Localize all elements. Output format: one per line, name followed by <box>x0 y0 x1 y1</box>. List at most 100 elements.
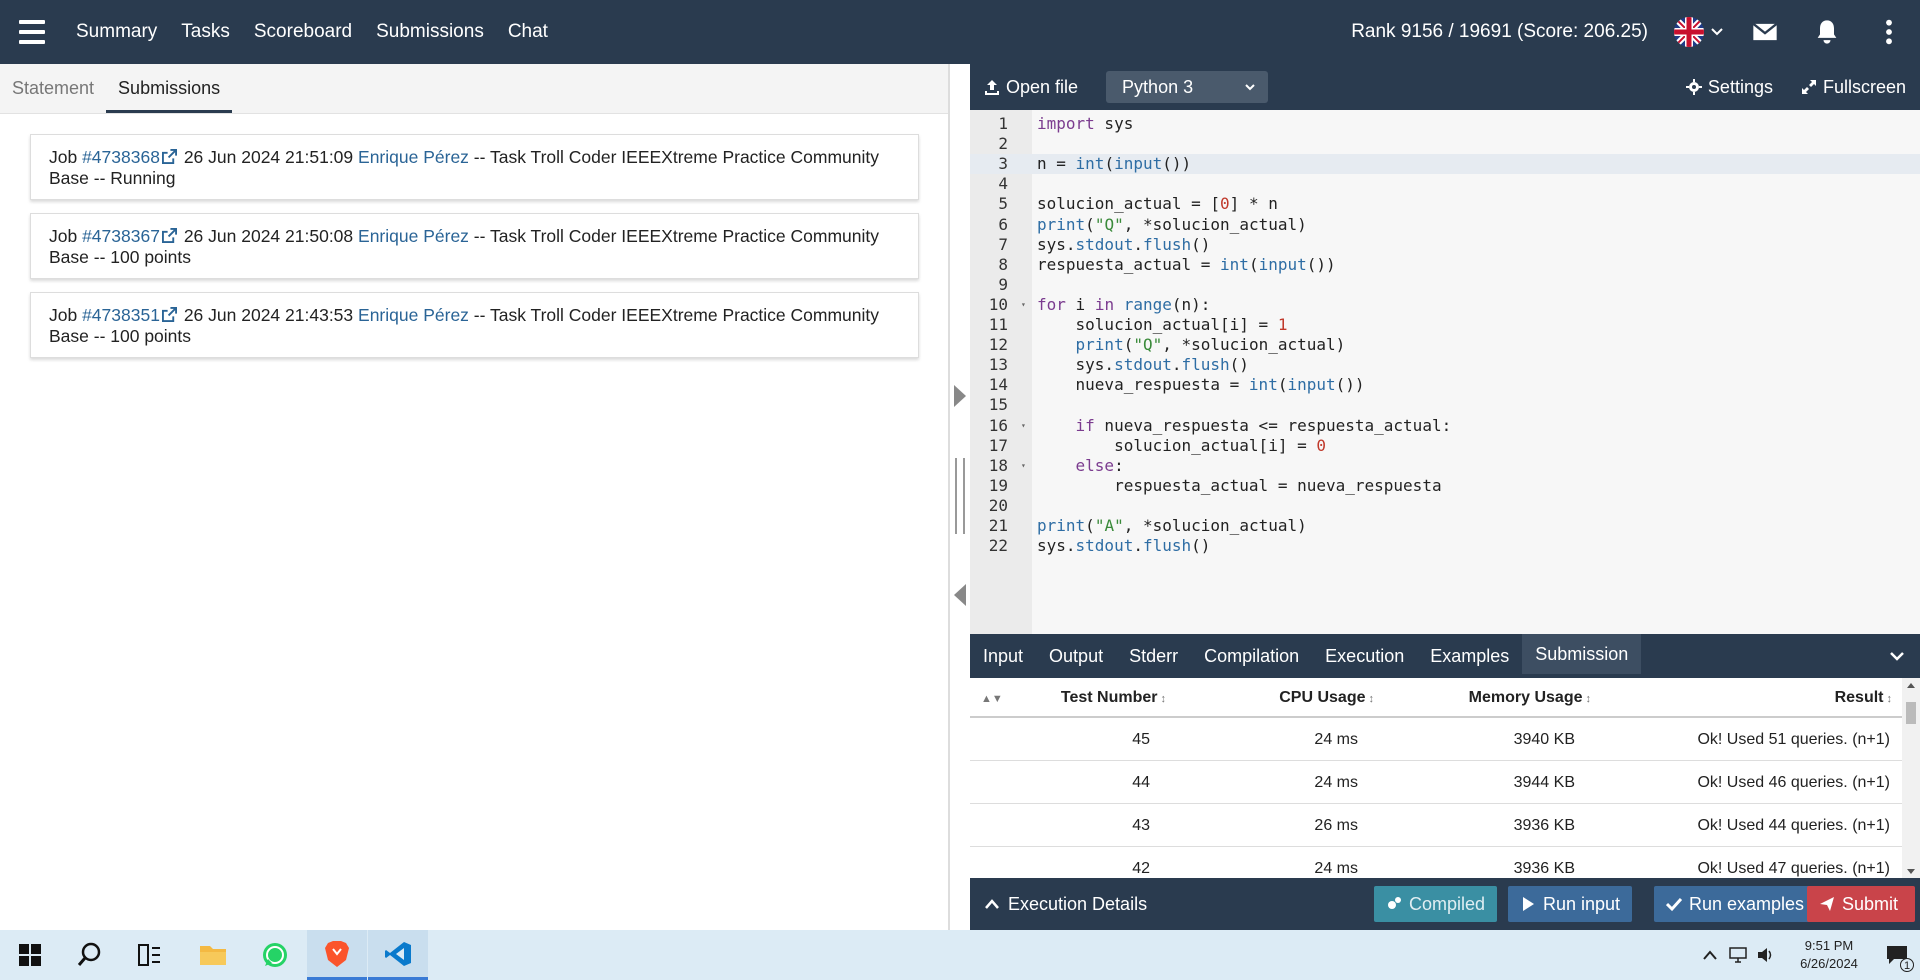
notifications-icon[interactable]: 1 <box>1874 930 1920 980</box>
code-line[interactable]: 16 ▾ if nueva_respuesta <= respuesta_actu… <box>970 416 1920 436</box>
nav-tasks[interactable]: Tasks <box>169 21 242 43</box>
top-navbar: Summary Tasks Scoreboard Submissions Cha… <box>0 0 1920 64</box>
tab-submissions[interactable]: Submissions <box>106 78 233 113</box>
compiled-button[interactable]: Compiled <box>1374 886 1498 922</box>
brave-browser-icon[interactable] <box>307 930 367 980</box>
job-id-link[interactable]: #4738351 <box>82 305 160 325</box>
menu-icon[interactable] <box>0 0 64 64</box>
language-selector[interactable] <box>1674 17 1724 47</box>
network-icon[interactable] <box>1728 946 1748 964</box>
expand-right-arrow-icon[interactable] <box>952 383 968 409</box>
code-line[interactable]: 9 <box>970 275 1920 295</box>
job-date: 26 Jun 2024 21:50:08 <box>183 226 354 246</box>
line-number: 5 <box>998 194 1008 214</box>
code-line[interactable]: 6 print("Q", *solucion_actual) <box>970 215 1920 235</box>
run-examples-button[interactable]: Run examples <box>1654 886 1817 922</box>
col-cpu-usage[interactable]: CPU Usage ↕ <box>1279 678 1374 719</box>
windows-start-icon[interactable] <box>0 930 60 980</box>
tab-stderr[interactable]: Stderr <box>1116 634 1191 678</box>
whatsapp-icon[interactable] <box>245 930 305 980</box>
results-scrollbar[interactable] <box>1902 678 1920 878</box>
code-line[interactable]: 4 <box>970 174 1920 194</box>
open-file-button[interactable]: Open file <box>970 77 1092 98</box>
code-line[interactable]: 21 print("A", *solucion_actual) <box>970 516 1920 536</box>
settings-button[interactable]: Settings <box>1672 77 1787 98</box>
tab-compilation[interactable]: Compilation <box>1191 634 1312 678</box>
play-icon <box>1523 897 1534 911</box>
fold-toggle-icon[interactable]: ▾ <box>1021 456 1026 476</box>
sort-icon[interactable]: ▲▼ <box>978 678 1003 719</box>
scroll-down-icon[interactable] <box>1902 866 1920 878</box>
external-link-icon[interactable] <box>161 228 177 243</box>
code-editor[interactable]: 1 import sys 2 3 n = int(input()) 4 5 solucion_… <box>970 110 1920 634</box>
code-line[interactable]: 18 ▾ else: <box>970 456 1920 476</box>
code-line[interactable]: 20 <box>970 496 1920 516</box>
volume-icon[interactable] <box>1756 946 1774 964</box>
job-id-link[interactable]: #4738368 <box>82 147 160 167</box>
code-line[interactable]: 19 respuesta_actual = nueva_respuesta <box>970 476 1920 496</box>
col-test-number[interactable]: Test Number ↕ <box>1061 678 1166 719</box>
job-id-link[interactable]: #4738367 <box>82 226 160 246</box>
job-date: 26 Jun 2024 21:43:53 <box>183 305 354 325</box>
chevron-up-icon[interactable] <box>1702 949 1718 961</box>
submit-button[interactable]: Submit <box>1807 886 1915 922</box>
expand-left-arrow-icon[interactable] <box>952 582 968 608</box>
tab-examples[interactable]: Examples <box>1417 634 1522 678</box>
code-line[interactable]: 2 <box>970 134 1920 154</box>
tab-submission[interactable]: Submission <box>1522 634 1642 674</box>
nav-scoreboard[interactable]: Scoreboard <box>242 21 364 43</box>
clock[interactable]: 9:51 PM 6/26/2024 <box>1784 937 1874 973</box>
job-user-link[interactable]: Enrique Pérez <box>358 147 469 167</box>
code-line[interactable]: 12 print("Q", *solucion_actual) <box>970 335 1920 355</box>
external-link-icon[interactable] <box>161 149 177 164</box>
code-line[interactable]: 5 solucion_actual = [0] * n <box>970 194 1920 214</box>
code-line[interactable]: 7 sys.stdout.flush() <box>970 235 1920 255</box>
code-line[interactable]: 22 sys.stdout.flush() <box>970 536 1920 556</box>
job-user-link[interactable]: Enrique Pérez <box>358 305 469 325</box>
tab-statement[interactable]: Statement <box>0 78 106 113</box>
nav-summary[interactable]: Summary <box>64 21 169 43</box>
code-line[interactable]: 14 nueva_respuesta = int(input()) <box>970 375 1920 395</box>
splitter-handle[interactable] <box>955 458 965 534</box>
table-row: 42 24 ms 3936 KB Ok! Used 47 queries. (n… <box>970 847 1920 878</box>
code-line[interactable]: 17 solucion_actual[i] = 0 <box>970 436 1920 456</box>
table-row: 43 26 ms 3936 KB Ok! Used 44 queries. (n… <box>970 804 1920 847</box>
tab-execution[interactable]: Execution <box>1312 634 1417 678</box>
run-input-button[interactable]: Run input <box>1508 886 1633 922</box>
nav-submissions[interactable]: Submissions <box>364 21 496 43</box>
fullscreen-button[interactable]: Fullscreen <box>1787 77 1920 98</box>
bell-icon[interactable] <box>1796 0 1858 64</box>
code-text: sys.stdout.flush() <box>1037 234 1211 254</box>
code-line[interactable]: 10 ▾ for i in range(n): <box>970 295 1920 315</box>
code-line[interactable]: 15 <box>970 395 1920 415</box>
code-line[interactable]: 11 solucion_actual[i] = 1 <box>970 315 1920 335</box>
code-text: print("A", *solucion_actual) <box>1037 516 1307 535</box>
chevron-down-icon[interactable] <box>1888 647 1906 665</box>
tab-input[interactable]: Input <box>970 634 1036 678</box>
code-line[interactable]: 3 n = int(input()) <box>970 154 1920 175</box>
fold-toggle-icon[interactable]: ▾ <box>1021 416 1026 436</box>
results-table: ▲▼ Test Number ↕ CPU Usage ↕ Memory Usage ↕… <box>970 678 1920 878</box>
job-user-link[interactable]: Enrique Pérez <box>358 226 469 246</box>
col-memory-usage[interactable]: Memory Usage ↕ <box>1469 678 1591 719</box>
tab-output[interactable]: Output <box>1036 634 1116 678</box>
execution-details-toggle[interactable]: Execution Details <box>970 894 1147 915</box>
scroll-thumb[interactable] <box>1906 702 1916 724</box>
language-select[interactable]: Python 3 <box>1106 71 1269 103</box>
external-link-icon[interactable] <box>161 307 177 322</box>
mail-icon[interactable] <box>1734 0 1796 64</box>
code-line[interactable]: 13 sys.stdout.flush() <box>970 355 1920 375</box>
code-line[interactable]: 1 import sys <box>970 114 1920 134</box>
col-result[interactable]: Result ↕ <box>1835 678 1892 719</box>
task-view-icon[interactable] <box>120 930 180 980</box>
search-icon[interactable] <box>60 930 120 980</box>
code-line[interactable]: 8 respuesta_actual = int(input()) <box>970 255 1920 275</box>
fold-toggle-icon[interactable]: ▾ <box>1021 295 1026 315</box>
file-explorer-icon[interactable] <box>183 930 243 980</box>
scroll-up-icon[interactable] <box>1902 679 1920 691</box>
vscode-icon[interactable] <box>368 930 428 980</box>
memory-usage: 3944 KB <box>1513 774 1575 791</box>
more-vertical-icon[interactable] <box>1858 0 1920 64</box>
nav-chat[interactable]: Chat <box>496 21 560 43</box>
line-number: 1 <box>998 114 1008 133</box>
